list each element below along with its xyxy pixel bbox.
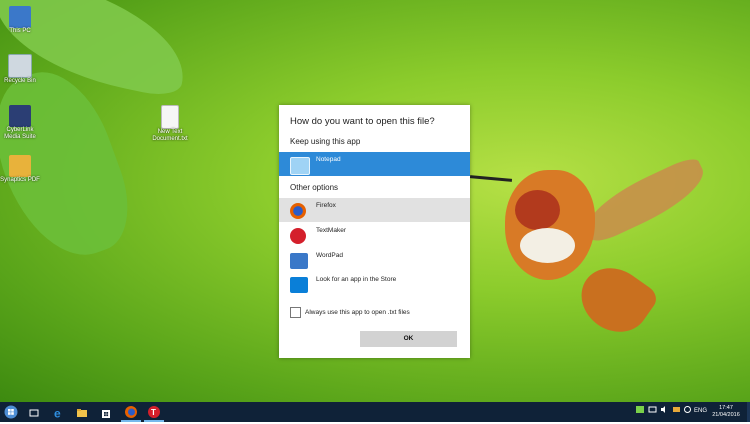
- folder-icon: [77, 409, 87, 417]
- wordpad-icon: [290, 253, 308, 269]
- desktop-icon-cyberlink[interactable]: CyberLink Media Suite: [0, 105, 40, 141]
- app-option-textmaker[interactable]: TextMaker: [279, 223, 470, 247]
- desktop-icon-text-document[interactable]: New Text Document.txt: [150, 105, 190, 143]
- open-with-dialog: How do you want to open this file? Keep …: [279, 105, 470, 358]
- cyberlink-icon: [9, 105, 31, 127]
- other-options-heading: Other options: [290, 183, 339, 192]
- app-option-store[interactable]: Look for an app in the Store: [279, 272, 470, 296]
- dialog-title: How do you want to open this file?: [290, 116, 435, 127]
- clock-date: 21/04/2016: [712, 411, 740, 418]
- hummingbird-chest: [520, 228, 575, 263]
- language-indicator[interactable]: ENG: [694, 408, 707, 414]
- recycle-bin-icon: [8, 54, 32, 78]
- hummingbird-wing: [577, 154, 713, 246]
- always-use-label: Always use this app to open .txt files: [305, 309, 410, 316]
- keep-using-heading: Keep using this app: [290, 137, 361, 146]
- notification-tray-icon[interactable]: [672, 405, 681, 416]
- desktop-icon-synaptics[interactable]: Synaptics PDF: [0, 155, 40, 184]
- edge-icon: e: [54, 407, 61, 421]
- always-use-checkbox[interactable]: [290, 307, 301, 318]
- svg-text:e: e: [54, 407, 61, 419]
- pdf-icon: [9, 155, 31, 177]
- taskbar-file-explorer[interactable]: [76, 406, 90, 420]
- textmaker-icon: [290, 228, 306, 244]
- app-option-firefox[interactable]: Firefox: [279, 198, 470, 222]
- notepad-icon: [290, 157, 310, 175]
- textmaker-icon: T: [148, 406, 160, 418]
- firefox-icon: [290, 203, 306, 219]
- taskbar-edge[interactable]: e: [53, 406, 67, 421]
- desktop-icon-recycle-bin[interactable]: Recycle Bin: [0, 54, 40, 85]
- task-view-icon: [29, 409, 39, 417]
- windows-logo-icon: [4, 405, 18, 419]
- taskbar-textmaker[interactable]: T: [147, 405, 161, 419]
- start-button[interactable]: [4, 405, 18, 419]
- store-icon: [290, 277, 308, 293]
- computer-icon: [9, 6, 31, 28]
- task-view-button[interactable]: [28, 406, 42, 420]
- taskbar-clock[interactable]: 17:47 21/04/2016: [708, 405, 744, 418]
- hummingbird-throat: [515, 190, 560, 230]
- hummingbird-tail: [569, 255, 661, 345]
- ok-button[interactable]: OK: [360, 331, 457, 347]
- store-bag-icon: [102, 410, 110, 418]
- network-tray-icon[interactable]: [636, 405, 644, 416]
- firefox-icon: [125, 406, 137, 418]
- app-option-wordpad[interactable]: WordPad: [279, 248, 470, 272]
- hummingbird-beak: [469, 175, 513, 182]
- volume-icon[interactable]: [660, 405, 669, 416]
- app-option-notepad[interactable]: Notepad: [279, 152, 470, 176]
- sync-icon[interactable]: [683, 405, 692, 416]
- taskbar: e T ENG 17:47 21/04/2016: [0, 402, 750, 422]
- battery-icon[interactable]: [648, 405, 657, 416]
- taskbar-firefox[interactable]: [124, 405, 138, 419]
- svg-text:T: T: [151, 408, 156, 417]
- text-file-icon: [161, 105, 179, 129]
- taskbar-store[interactable]: [100, 406, 114, 420]
- desktop-icon-this-pc[interactable]: This PC: [0, 6, 40, 35]
